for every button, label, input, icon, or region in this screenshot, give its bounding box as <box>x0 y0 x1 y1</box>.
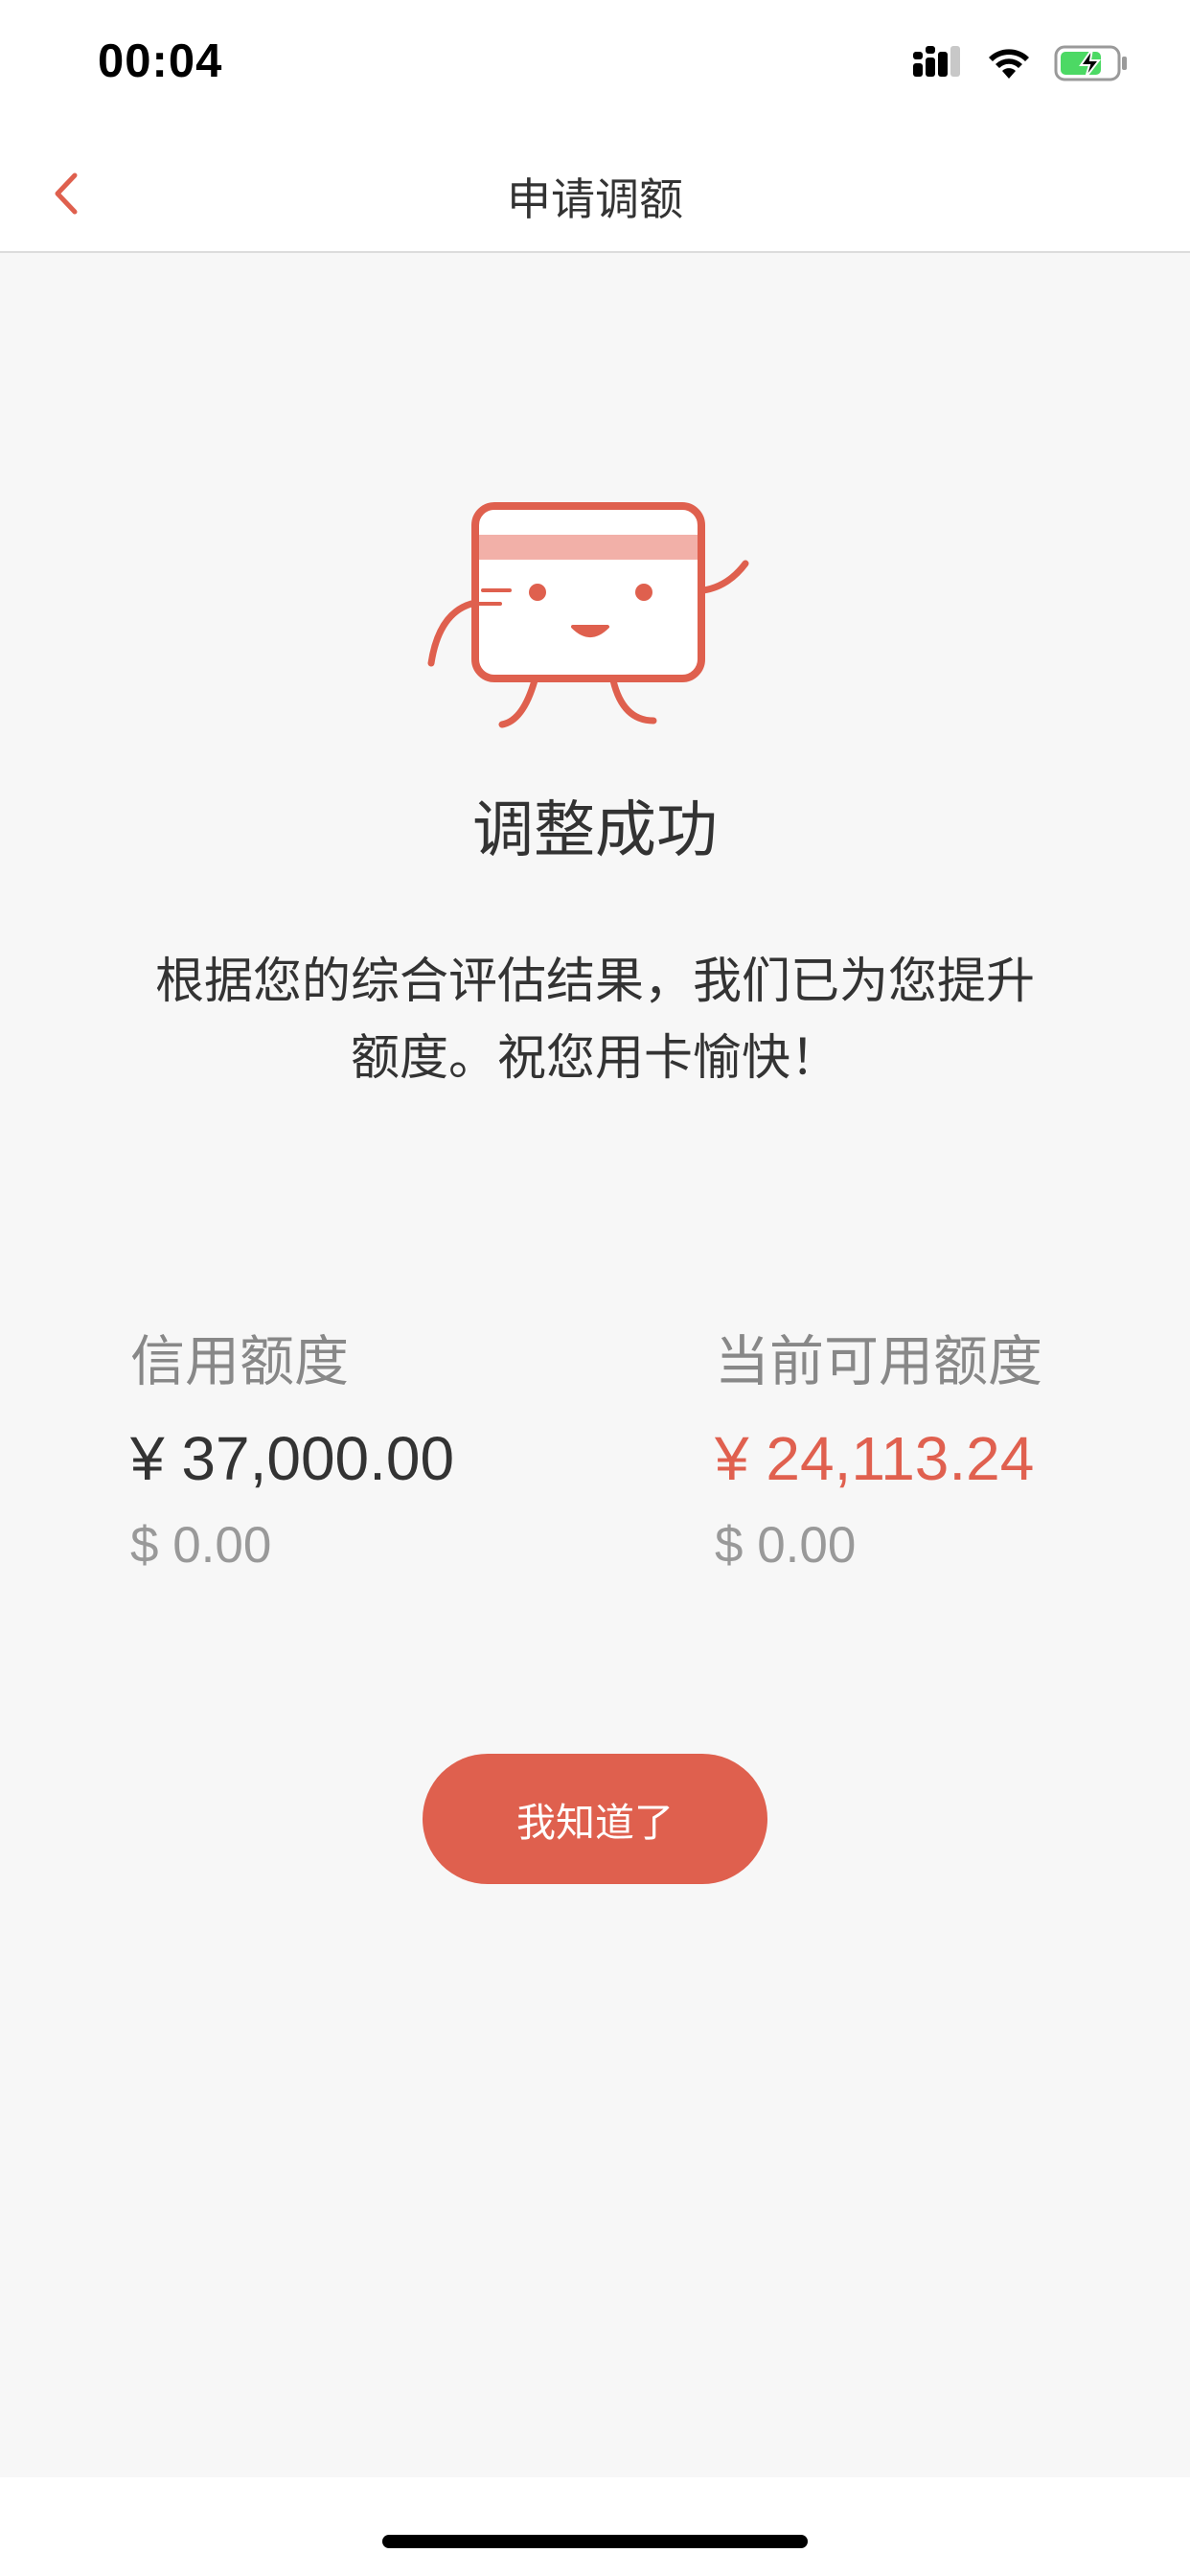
status-time: 00:04 <box>98 35 223 87</box>
signal-icon <box>913 46 960 77</box>
bottom-safe-area <box>0 2477 1190 2576</box>
credit-limit-block: 信用额度 ¥ 37,000.00 $ 0.00 <box>130 1327 454 1582</box>
status-icons <box>912 42 1129 84</box>
available-limit-block: 当前可用额度 ¥ 24,113.24 $ 0.00 <box>715 1327 1042 1582</box>
card-mascot-icon <box>427 502 749 728</box>
status-bar: 00:04 <box>0 0 1190 134</box>
battery-charging-icon <box>1054 45 1127 81</box>
available-limit-rmb: ¥ 24,113.24 <box>715 1424 1035 1493</box>
credit-limit-label: 信用额度 <box>130 1330 349 1393</box>
available-limit-usd: $ 0.00 <box>715 1517 857 1574</box>
available-limit-label: 当前可用额度 <box>715 1330 1042 1393</box>
result-message: 根据您的综合评估结果，我们已为您提升额度。祝您用卡愉快！ <box>154 954 1035 1087</box>
wifi-icon <box>989 49 1029 79</box>
home-indicator[interactable] <box>382 2535 808 2548</box>
page-title: 申请调额 <box>507 173 683 225</box>
credit-limit-rmb: ¥ 37,000.00 <box>130 1424 455 1493</box>
navigation-bar: 申请调额 <box>0 134 1190 253</box>
result-title: 调整成功 <box>472 795 718 866</box>
confirm-button[interactable]: 我知道了 <box>423 1754 767 1884</box>
credit-limit-usd: $ 0.00 <box>130 1517 272 1574</box>
